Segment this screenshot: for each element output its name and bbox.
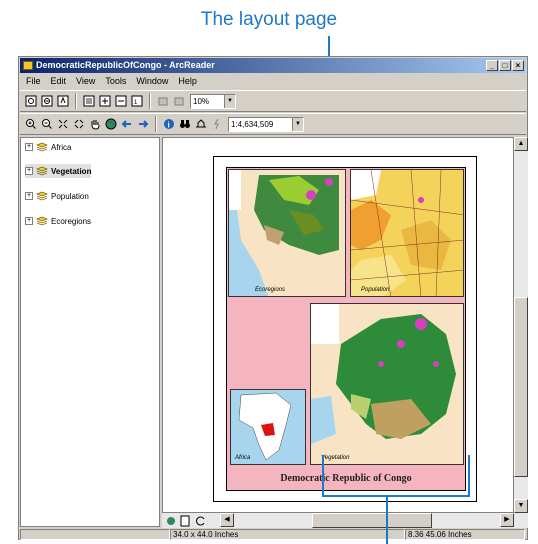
fixed-zoom-in-icon[interactable] [98, 94, 112, 108]
layout-toolbar: 1 10% ▼ [20, 90, 526, 112]
layout-view[interactable]: Ecoregions Population Vegetation Africa … [162, 137, 514, 513]
map-label-africa: Africa [235, 455, 251, 461]
scroll-left-button[interactable]: ◀ [220, 513, 234, 527]
ecoregions-map-frame: Ecoregions [228, 169, 346, 297]
layer-group-icon [36, 191, 48, 201]
population-map [351, 170, 463, 296]
previous-extent-icon[interactable] [156, 94, 170, 108]
refresh-icon[interactable] [194, 514, 208, 528]
horizontal-scroll-thumb[interactable] [312, 513, 432, 528]
expand-icon[interactable]: + [25, 143, 33, 151]
menu-tools[interactable]: Tools [105, 74, 126, 89]
scroll-down-button[interactable]: ▼ [514, 499, 528, 513]
africa-map-frame: Africa [230, 389, 306, 465]
data-view-icon[interactable] [164, 514, 178, 528]
zoom-level-value: 10% [193, 96, 210, 106]
toc-layer-population[interactable]: + Population [25, 189, 89, 203]
forward-arrow-icon[interactable] [136, 117, 150, 131]
ecoregions-map [229, 170, 345, 296]
pan-hand-icon[interactable] [88, 117, 102, 131]
layout-page: Ecoregions Population Vegetation Africa … [213, 156, 477, 502]
layout-view-icon[interactable] [178, 514, 192, 528]
arcreader-window: DemocraticRepublicOfCongo - ArcReader _ … [18, 56, 528, 540]
toolbar-separator [149, 93, 151, 109]
toc-layer-vegetation[interactable]: + Vegetation [25, 164, 92, 178]
window-title: DemocraticRepublicOfCongo - ArcReader [36, 60, 215, 70]
zoom-out-icon[interactable] [40, 117, 54, 131]
table-of-contents: + Africa + Vegetation + Population + Eco… [20, 137, 160, 527]
map-label-ecoregions: Ecoregions [255, 287, 286, 293]
pan-page-icon[interactable] [56, 94, 70, 108]
scroll-right-button[interactable]: ▶ [500, 513, 514, 527]
expand-icon[interactable]: + [25, 167, 33, 175]
menu-file[interactable]: File [26, 74, 41, 89]
zoom-level-select[interactable]: 10% ▼ [190, 93, 236, 109]
fixed-zoom-in-map-icon[interactable] [56, 117, 70, 131]
layout-title: Democratic Republic of Congo [280, 473, 412, 484]
status-coordinates: 8.36 45.06 Inches [405, 529, 525, 540]
maximize-button[interactable]: □ [499, 60, 511, 71]
expand-icon[interactable]: + [25, 192, 33, 200]
zoom-100-icon[interactable]: 1 [130, 94, 144, 108]
minimize-button[interactable]: _ [486, 60, 498, 71]
fixed-zoom-out-map-icon[interactable] [72, 117, 86, 131]
callout-bracket-bottom [322, 495, 470, 497]
menu-help[interactable]: Help [178, 74, 197, 89]
toc-layer-label: Africa [51, 142, 72, 152]
toc-layer-label: Ecoregions [51, 216, 92, 226]
toc-layer-label: Vegetation [51, 166, 92, 176]
identify-icon[interactable]: i [162, 117, 176, 131]
layer-group-icon [36, 216, 48, 226]
status-page-size: 34.0 x 44.0 Inches [170, 529, 405, 540]
menu-view[interactable]: View [76, 74, 95, 89]
map-label-population: Population [361, 287, 390, 293]
menu-edit[interactable]: Edit [51, 74, 67, 89]
layer-group-icon [36, 142, 48, 152]
next-extent-icon[interactable] [172, 94, 186, 108]
expand-icon[interactable]: + [25, 217, 33, 225]
zoom-out-page-icon[interactable] [40, 94, 54, 108]
menu-window[interactable]: Window [136, 74, 168, 89]
callout-bracket-bottom-left [322, 455, 324, 497]
chevron-down-icon[interactable]: ▼ [292, 117, 303, 131]
zoom-in-icon[interactable] [24, 117, 38, 131]
callout-label: The layout page [200, 9, 338, 30]
map-toolbar: i 1:4,634,509 ▼ [20, 113, 526, 135]
vegetation-map [311, 304, 463, 464]
layer-group-icon [36, 166, 48, 176]
fixed-zoom-out-icon[interactable] [114, 94, 128, 108]
map-label-vegetation: Vegetation [321, 455, 350, 461]
toc-layer-ecoregions[interactable]: + Ecoregions [25, 214, 91, 228]
chevron-down-icon[interactable]: ▼ [224, 94, 235, 108]
zoom-in-page-icon[interactable] [24, 94, 38, 108]
toolbar-separator [155, 116, 157, 132]
callout-bracket-bottom-right [468, 455, 470, 497]
zoom-whole-page-icon[interactable] [82, 94, 96, 108]
vertical-scroll-thumb[interactable] [514, 297, 528, 477]
back-arrow-icon[interactable] [120, 117, 134, 131]
menu-bar: File Edit View Tools Window Help [20, 74, 526, 89]
status-bar: 34.0 x 44.0 Inches 8.36 45.06 Inches [20, 529, 526, 540]
vertical-scrollbar[interactable]: ▲ ▼ [514, 137, 528, 513]
scroll-up-button[interactable]: ▲ [514, 137, 528, 151]
vegetation-map-frame: Vegetation [310, 303, 464, 465]
svg-text:i: i [168, 121, 170, 130]
map-scale-select[interactable]: 1:4,634,509 ▼ [228, 116, 304, 132]
app-icon [23, 61, 33, 70]
status-blank [20, 529, 170, 540]
measure-icon[interactable] [194, 117, 208, 131]
population-map-frame: Population [350, 169, 464, 297]
map-scale-value: 1:4,634,509 [231, 119, 274, 129]
africa-map [231, 390, 305, 464]
full-extent-globe-icon[interactable] [104, 117, 118, 131]
toolbar-separator [75, 93, 77, 109]
callout-bottom-leader [386, 495, 388, 544]
hyperlink-icon[interactable] [210, 117, 224, 131]
horizontal-scrollbar[interactable]: ◀ ▶ [162, 513, 528, 528]
toc-layer-label: Population [51, 191, 89, 201]
close-button[interactable]: × [512, 60, 524, 71]
find-binoculars-icon[interactable] [178, 117, 192, 131]
title-bar: DemocraticRepublicOfCongo - ArcReader _ … [20, 58, 526, 73]
toc-layer-africa[interactable]: + Africa [25, 140, 71, 154]
